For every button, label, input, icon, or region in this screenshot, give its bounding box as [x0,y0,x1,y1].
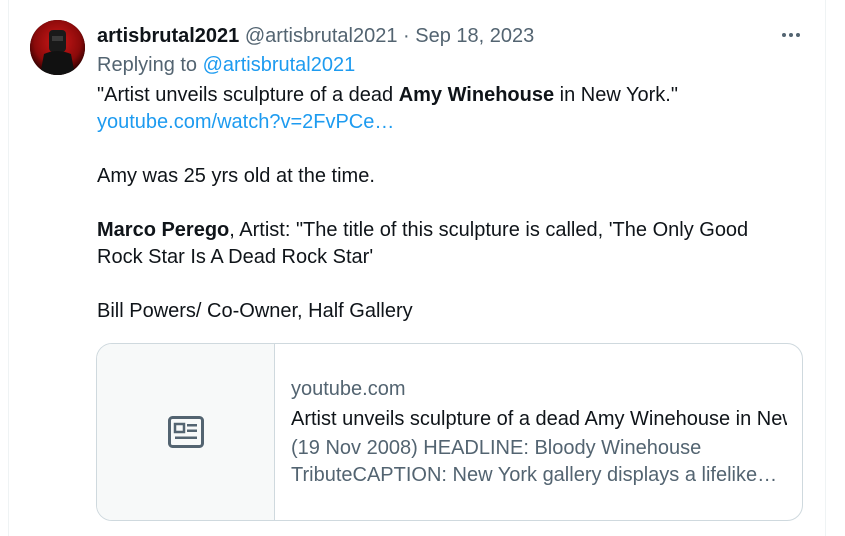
timeline-border-right [825,0,826,536]
tweet-para-quote: Marco Perego, Artist: "The title of this… [97,217,797,271]
card-domain: youtube.com [291,378,406,400]
youtube-link[interactable]: youtube.com/watch?v=2FvPCe… [97,111,394,133]
author-handle[interactable]: @artisbrutal2021 [245,25,398,47]
more-dots-icon[interactable] [774,22,808,48]
headline-suffix: in New York." [554,84,678,106]
card-thumbnail [97,344,275,520]
meta-separator: · [397,25,416,47]
card-body: youtube.com Artist unveils sculpture of … [291,376,787,489]
tweet-para-credit: Bill Powers/ Co-Owner, Half Gallery [97,300,413,322]
artist-name-bold: Marco Perego [97,219,230,241]
card-title: Artist unveils sculpture of a dead Amy W… [291,408,787,430]
author-display-name[interactable]: artisbrutal2021 [97,25,239,47]
tweet-date[interactable]: Sep 18, 2023 [415,25,534,47]
headline-prefix: "Artist unveils sculpture of a dead [97,84,399,106]
replying-to-label: Replying to [97,54,203,76]
avatar[interactable] [30,20,85,75]
replying-to-handle[interactable]: @artisbrutal2021 [203,54,356,76]
avatar-figure-icon [30,20,85,75]
tweet-text: "Artist unveils sculpture of a dead Amy … [97,82,797,325]
link-preview-card[interactable]: youtube.com Artist unveils sculpture of … [96,343,803,521]
article-icon [167,416,204,448]
headline-bold: Amy Winehouse [398,84,555,106]
tweet-header: artisbrutal2021 @artisbrutal2021 · Sep 1… [97,23,534,49]
tweet-para-age: Amy was 25 yrs old at the time. [97,165,375,187]
timeline-border-left [8,0,9,536]
replying-to: Replying to @artisbrutal2021 [97,52,355,78]
tweet-line-headline: "Artist unveils sculpture of a dead Amy … [97,82,797,109]
card-description: (19 Nov 2008) HEADLINE: Bloody Winehouse… [291,437,758,486]
